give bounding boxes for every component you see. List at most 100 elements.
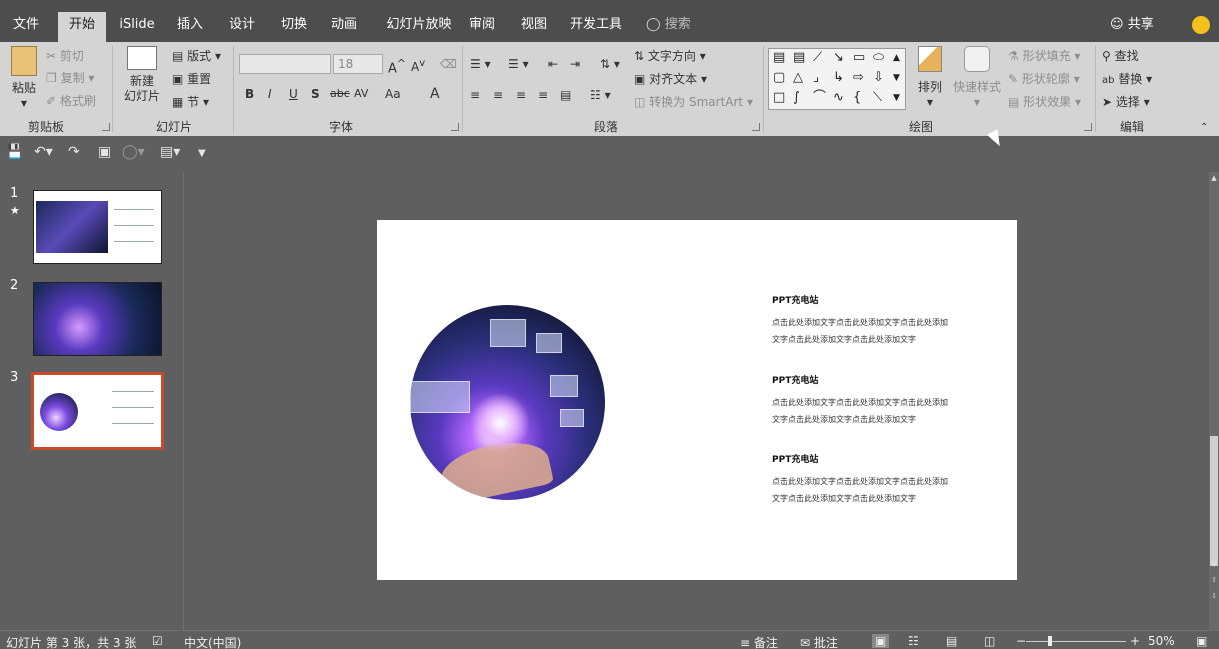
zoom-out-icon[interactable]: −: [1016, 634, 1026, 648]
paste-button[interactable]: 粘贴 ▼: [6, 46, 42, 111]
collapse-ribbon-icon[interactable]: ⌃: [1200, 118, 1208, 138]
replace-button[interactable]: ab 替换 ▾: [1102, 69, 1152, 89]
vertical-textbox-shape-icon[interactable]: ▤: [793, 51, 805, 65]
rectangle-shape-icon[interactable]: ▭: [853, 51, 865, 65]
align-objects-icon[interactable]: ▤▾: [160, 144, 180, 160]
tab-file[interactable]: 文件: [4, 12, 48, 42]
undo-icon[interactable]: ↶▾: [34, 144, 53, 160]
reset-button[interactable]: ▣ 重置: [172, 69, 211, 89]
fit-to-window-icon[interactable]: ▣: [1196, 634, 1207, 648]
tab-slideshow[interactable]: 幻灯片放映: [376, 12, 462, 42]
zoom-slider-track[interactable]: [1026, 641, 1126, 642]
slide-canvas[interactable]: PPT充电站 点击此处添加文字点击此处添加文字点击此处添加 文字点击此处添加文字…: [377, 220, 1017, 580]
char-spacing-button[interactable]: AV: [354, 84, 368, 104]
new-slide-button[interactable]: 新建 幻灯片: [118, 46, 166, 104]
tab-transitions[interactable]: 切换: [274, 12, 314, 42]
slideshow-view-icon[interactable]: ◫: [984, 634, 995, 648]
share-button[interactable]: ☺ 共享: [1110, 12, 1154, 38]
scrollbar-thumb[interactable]: [1210, 436, 1218, 566]
rounded-rect-shape-icon[interactable]: ▢: [773, 71, 785, 85]
prev-slide-icon[interactable]: ⇧: [1210, 576, 1218, 584]
section-button[interactable]: ▦ 节 ▾: [172, 92, 209, 112]
freeform-shape-icon[interactable]: ∫: [793, 91, 800, 105]
gallery-scroll-up-icon[interactable]: ▲: [893, 51, 900, 65]
clear-format-icon[interactable]: ⌫: [440, 54, 457, 74]
arrow-line-shape-icon[interactable]: ↘: [833, 51, 844, 65]
touch-mode-icon[interactable]: ◯▾: [122, 144, 145, 160]
callout-shape-icon[interactable]: □: [773, 91, 785, 105]
shape-effects-button[interactable]: ▤ 形状效果 ▾: [1008, 92, 1081, 112]
clipboard-dialog-launcher[interactable]: [102, 123, 110, 131]
decrease-indent-icon[interactable]: ⇤: [548, 54, 558, 74]
text-block-1[interactable]: PPT充电站 点击此处添加文字点击此处添加文字点击此处添加 文字点击此处添加文字…: [772, 294, 987, 348]
slide-thumbnail-2[interactable]: [33, 282, 162, 356]
align-right-icon[interactable]: ≡: [516, 85, 526, 105]
quick-styles-button[interactable]: 快速样式 ▼: [950, 46, 1004, 110]
underline-button[interactable]: U: [289, 84, 298, 104]
redo-icon[interactable]: ↷: [68, 144, 80, 160]
tab-home[interactable]: 开始: [58, 12, 106, 42]
font-size-box[interactable]: 18: [333, 54, 383, 74]
bold-button[interactable]: B: [245, 84, 254, 104]
slide-sorter-icon[interactable]: ☷: [908, 634, 919, 648]
comments-button[interactable]: ✉ 批注: [800, 634, 838, 649]
line-shape-icon[interactable]: ⟋: [813, 51, 822, 65]
justify-icon[interactable]: ≡: [538, 85, 548, 105]
text-block-2[interactable]: PPT充电站 点击此处添加文字点击此处添加文字点击此处添加 文字点击此处添加文字…: [772, 374, 987, 428]
tell-me-box[interactable]: ◯ 搜索: [646, 12, 691, 38]
tab-insert[interactable]: 插入: [170, 12, 210, 42]
save-icon[interactable]: 💾: [6, 144, 23, 160]
drawing-dialog-launcher[interactable]: [1084, 123, 1092, 131]
text-block-3[interactable]: PPT充电站 点击此处添加文字点击此处添加文字点击此处添加 文字点击此处添加文字…: [772, 453, 987, 507]
oval-shape-icon[interactable]: ⬭: [873, 51, 884, 65]
shrink-font-icon[interactable]: Av: [411, 54, 425, 74]
scroll-up-icon[interactable]: ▲: [1210, 174, 1218, 182]
tab-review[interactable]: 审阅: [462, 12, 502, 42]
right-arrow-shape-icon[interactable]: ⇨: [853, 71, 864, 85]
text-direction-button[interactable]: ⇅ 文字方向 ▾: [634, 46, 706, 66]
language-text[interactable]: 中文(中国): [184, 634, 241, 649]
zoom-slider-knob[interactable]: [1048, 636, 1052, 646]
tab-islide[interactable]: iSlide: [114, 12, 160, 42]
smartart-button[interactable]: ◫ 转换为 SmartArt ▾: [634, 92, 753, 112]
font-dialog-launcher[interactable]: [451, 123, 459, 131]
numbering-icon[interactable]: ☰ ▾: [508, 54, 529, 74]
gallery-scroll-down-icon[interactable]: ▼: [893, 71, 900, 85]
paragraph-dialog-launcher[interactable]: [752, 123, 760, 131]
next-slide-icon[interactable]: ⇩: [1210, 592, 1218, 600]
align-text-button[interactable]: ▣ 对齐文本 ▾: [634, 69, 707, 89]
shape-outline-button[interactable]: ✎ 形状轮廓 ▾: [1008, 69, 1080, 89]
triangle-shape-icon[interactable]: △: [793, 71, 803, 85]
layout-button[interactable]: ▤ 版式 ▾: [172, 46, 221, 66]
distribute-icon[interactable]: ▤: [560, 85, 571, 105]
textbox-shape-icon[interactable]: ▤: [773, 51, 785, 65]
copy-button[interactable]: ❐ 复制 ▾: [46, 68, 94, 88]
align-left-icon[interactable]: ≡: [470, 85, 480, 105]
shapes-gallery[interactable]: ▤ ▤ ⟋ ↘ ▭ ⬭ ▢ △ ⌟ ↳ ⇨ ⇩ □ ∫ ⌒ ∿ { ⟍ ▲ ▼ …: [768, 48, 906, 110]
tab-view[interactable]: 视图: [512, 12, 556, 42]
spellcheck-icon[interactable]: ☑: [152, 634, 163, 648]
scroll-down-icon[interactable]: ▼: [1210, 560, 1218, 568]
align-center-icon[interactable]: ≡: [493, 85, 503, 105]
reading-view-icon[interactable]: ▤: [946, 634, 957, 648]
vertical-scrollbar[interactable]: ▲ ▼ ⇧ ⇩: [1209, 172, 1219, 630]
elbow-arrow-shape-icon[interactable]: ↳: [833, 71, 844, 85]
italic-button[interactable]: I: [268, 84, 272, 104]
gallery-more-icon[interactable]: ▼: [893, 91, 900, 105]
arrange-button[interactable]: 排列 ▼: [912, 46, 948, 110]
circular-photo[interactable]: [410, 305, 605, 500]
curve-shape-icon[interactable]: ∿: [833, 91, 844, 105]
zoom-in-icon[interactable]: +: [1130, 634, 1140, 648]
normal-view-icon[interactable]: ▣: [872, 634, 890, 648]
shadow-button[interactable]: S: [311, 84, 320, 104]
select-button[interactable]: ➤ 选择 ▾: [1102, 92, 1150, 112]
tab-design[interactable]: 设计: [222, 12, 262, 42]
bullets-icon[interactable]: ☰ ▾: [470, 54, 491, 74]
customize-qat-icon[interactable]: ▼: [198, 148, 206, 159]
slide-thumbnail-3[interactable]: [31, 372, 164, 450]
change-case-button[interactable]: Aa: [385, 84, 401, 104]
font-name-box[interactable]: [239, 54, 331, 74]
increase-indent-icon[interactable]: ⇥: [570, 54, 580, 74]
slide-thumbnail-1[interactable]: [33, 190, 162, 264]
start-slideshow-icon[interactable]: ▣: [98, 144, 111, 160]
